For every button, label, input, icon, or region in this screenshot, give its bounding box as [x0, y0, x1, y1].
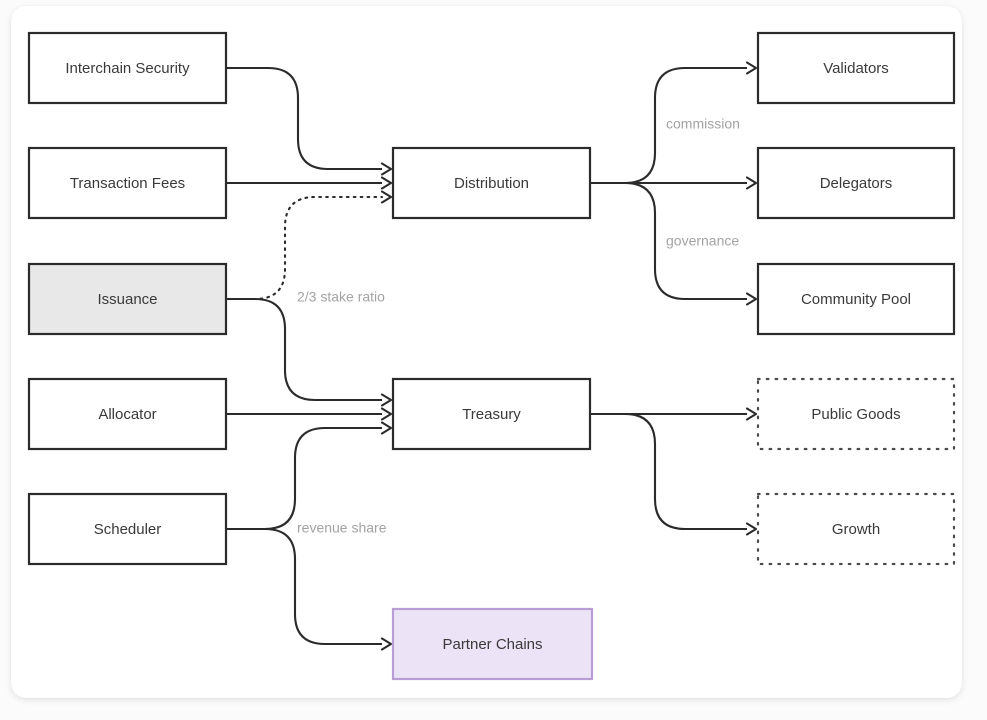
- node-label: Transaction Fees: [70, 175, 185, 192]
- node-label: Issuance: [97, 291, 157, 308]
- edge-label-stake-ratio: 2/3 stake ratio: [297, 289, 385, 305]
- node-interchain-security[interactable]: Interchain Security: [27, 31, 228, 105]
- arrow-head-icon: [380, 393, 393, 407]
- arrow-head-icon: [380, 162, 393, 176]
- node-scheduler[interactable]: Scheduler: [27, 492, 228, 566]
- edge-scheduler-to-treasury: [226, 421, 393, 531]
- node-label: Validators: [823, 60, 889, 77]
- arrow-head-icon: [745, 292, 758, 306]
- arrow-head-icon: [745, 522, 758, 536]
- arrow-head-icon: [380, 637, 393, 651]
- edge-path: [590, 412, 747, 531]
- edge-label-revenue-share: revenue share: [297, 520, 387, 536]
- node-label: Interchain Security: [65, 60, 190, 77]
- edge-path: [226, 66, 382, 171]
- node-label: Delegators: [820, 175, 893, 192]
- arrow-head-icon: [380, 407, 393, 421]
- arrow-head-icon: [380, 176, 393, 190]
- arrow-head-icon: [745, 407, 758, 421]
- node-community-pool[interactable]: Community Pool: [756, 262, 956, 336]
- arrow-head-icon: [745, 176, 758, 190]
- arrow-head-icon: [380, 421, 393, 435]
- edge-issuance-to-distribution: [224, 190, 393, 301]
- edge-path: [224, 195, 384, 301]
- edge-interchain-security-to-distribution: [226, 66, 393, 176]
- arrow-head-icon: [745, 61, 758, 75]
- node-label: Treasury: [462, 406, 521, 423]
- edge-allocator-to-treasury: [226, 407, 393, 421]
- node-label: Scheduler: [94, 521, 162, 538]
- node-allocator[interactable]: Allocator: [27, 377, 228, 451]
- flow-diagram: 2/3 stake ratio commission governance re…: [27, 31, 956, 681]
- arrow-head-icon: [380, 190, 393, 204]
- node-validators[interactable]: Validators: [756, 31, 956, 105]
- edge-label-governance: governance: [666, 233, 739, 249]
- node-treasury[interactable]: Treasury: [391, 377, 592, 451]
- node-label: Partner Chains: [442, 636, 542, 653]
- node-growth[interactable]: Growth: [756, 492, 956, 566]
- node-label: Community Pool: [801, 291, 911, 308]
- node-partner-chains[interactable]: Partner Chains: [391, 607, 594, 681]
- node-label: Growth: [832, 521, 880, 538]
- edge-label-commission: commission: [666, 116, 740, 132]
- node-label: Allocator: [98, 406, 156, 423]
- node-delegators[interactable]: Delegators: [756, 146, 956, 220]
- node-label: Distribution: [454, 175, 529, 192]
- edge-treasury-to-growth: [590, 412, 758, 536]
- edge-scheduler-to-partner-chains: [226, 527, 393, 651]
- edge-issuance-to-treasury: [226, 297, 393, 407]
- node-public-goods[interactable]: Public Goods: [756, 377, 956, 451]
- edge-path: [226, 426, 382, 531]
- node-layer: Interchain Security Transaction Fees Iss…: [27, 31, 956, 681]
- edge-transaction-fees-to-distribution: [226, 176, 393, 190]
- edge-path: [226, 297, 382, 402]
- edge-path: [226, 527, 382, 646]
- node-distribution[interactable]: Distribution: [391, 146, 592, 220]
- node-label: Public Goods: [811, 406, 900, 423]
- node-issuance[interactable]: Issuance: [27, 262, 228, 336]
- node-transaction-fees[interactable]: Transaction Fees: [27, 146, 228, 220]
